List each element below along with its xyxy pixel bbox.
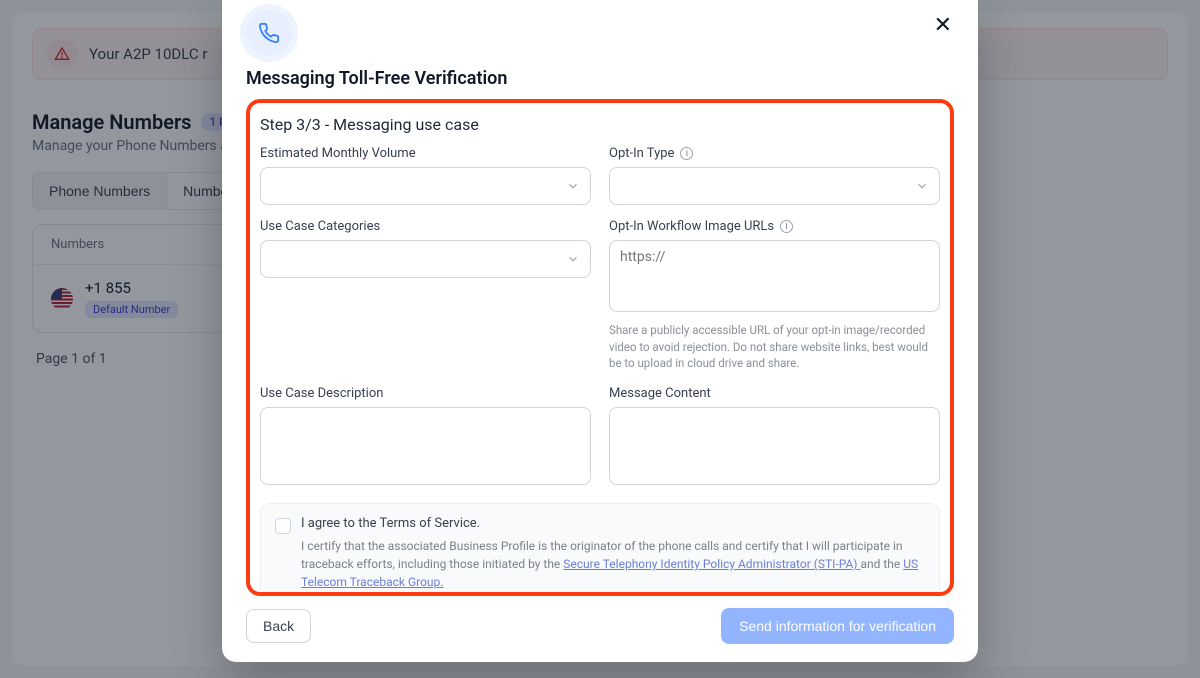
- optin-type-select[interactable]: [609, 167, 940, 205]
- tos-checkbox[interactable]: [275, 518, 291, 534]
- modal-title: Messaging Toll-Free Verification: [246, 68, 954, 89]
- field-optin-type: Opt-In Type i: [609, 146, 940, 205]
- back-button[interactable]: Back: [246, 609, 311, 643]
- info-icon[interactable]: i: [780, 220, 793, 233]
- optin-type-label: Opt-In Type: [609, 146, 674, 161]
- optin-url-input[interactable]: [609, 240, 940, 312]
- estimated-volume-select[interactable]: [260, 167, 591, 205]
- chevron-down-icon: [566, 179, 580, 193]
- field-optin-url: Opt-In Workflow Image URLs i Share a pub…: [609, 219, 940, 372]
- field-use-case-categories: Use Case Categories: [260, 219, 591, 278]
- info-icon[interactable]: i: [680, 147, 693, 160]
- use-case-description-label: Use Case Description: [260, 386, 591, 401]
- tos-fine-print: I certify that the associated Business P…: [301, 537, 925, 591]
- optin-url-help: Share a publicly accessible URL of your …: [609, 322, 940, 372]
- verification-modal: ✕ Messaging Toll-Free Verification Step …: [222, 0, 978, 662]
- sti-pa-link[interactable]: Secure Telephony Identity Policy Adminis…: [563, 557, 860, 571]
- optin-url-label: Opt-In Workflow Image URLs: [609, 219, 774, 234]
- tos-agree-label: I agree to the Terms of Service.: [301, 516, 925, 531]
- field-estimated-volume: Estimated Monthly Volume: [260, 146, 591, 205]
- terms-of-service-box: I agree to the Terms of Service. I certi…: [260, 503, 940, 596]
- step-highlight-frame: Step 3/3 - Messaging use case Estimated …: [246, 99, 954, 596]
- use-case-categories-select[interactable]: [260, 240, 591, 278]
- estimated-volume-label: Estimated Monthly Volume: [260, 146, 591, 161]
- chevron-down-icon: [566, 252, 580, 266]
- field-use-case-description: Use Case Description: [260, 386, 591, 489]
- step-title: Step 3/3 - Messaging use case: [260, 115, 940, 134]
- field-message-content: Message Content: [609, 386, 940, 489]
- use-case-categories-label: Use Case Categories: [260, 219, 591, 234]
- phone-icon: [246, 10, 292, 56]
- chevron-down-icon: [915, 179, 929, 193]
- message-content-input[interactable]: [609, 407, 940, 485]
- send-verification-button[interactable]: Send information for verification: [721, 608, 954, 644]
- use-case-description-input[interactable]: [260, 407, 591, 485]
- close-button[interactable]: ✕: [932, 10, 954, 40]
- message-content-label: Message Content: [609, 386, 940, 401]
